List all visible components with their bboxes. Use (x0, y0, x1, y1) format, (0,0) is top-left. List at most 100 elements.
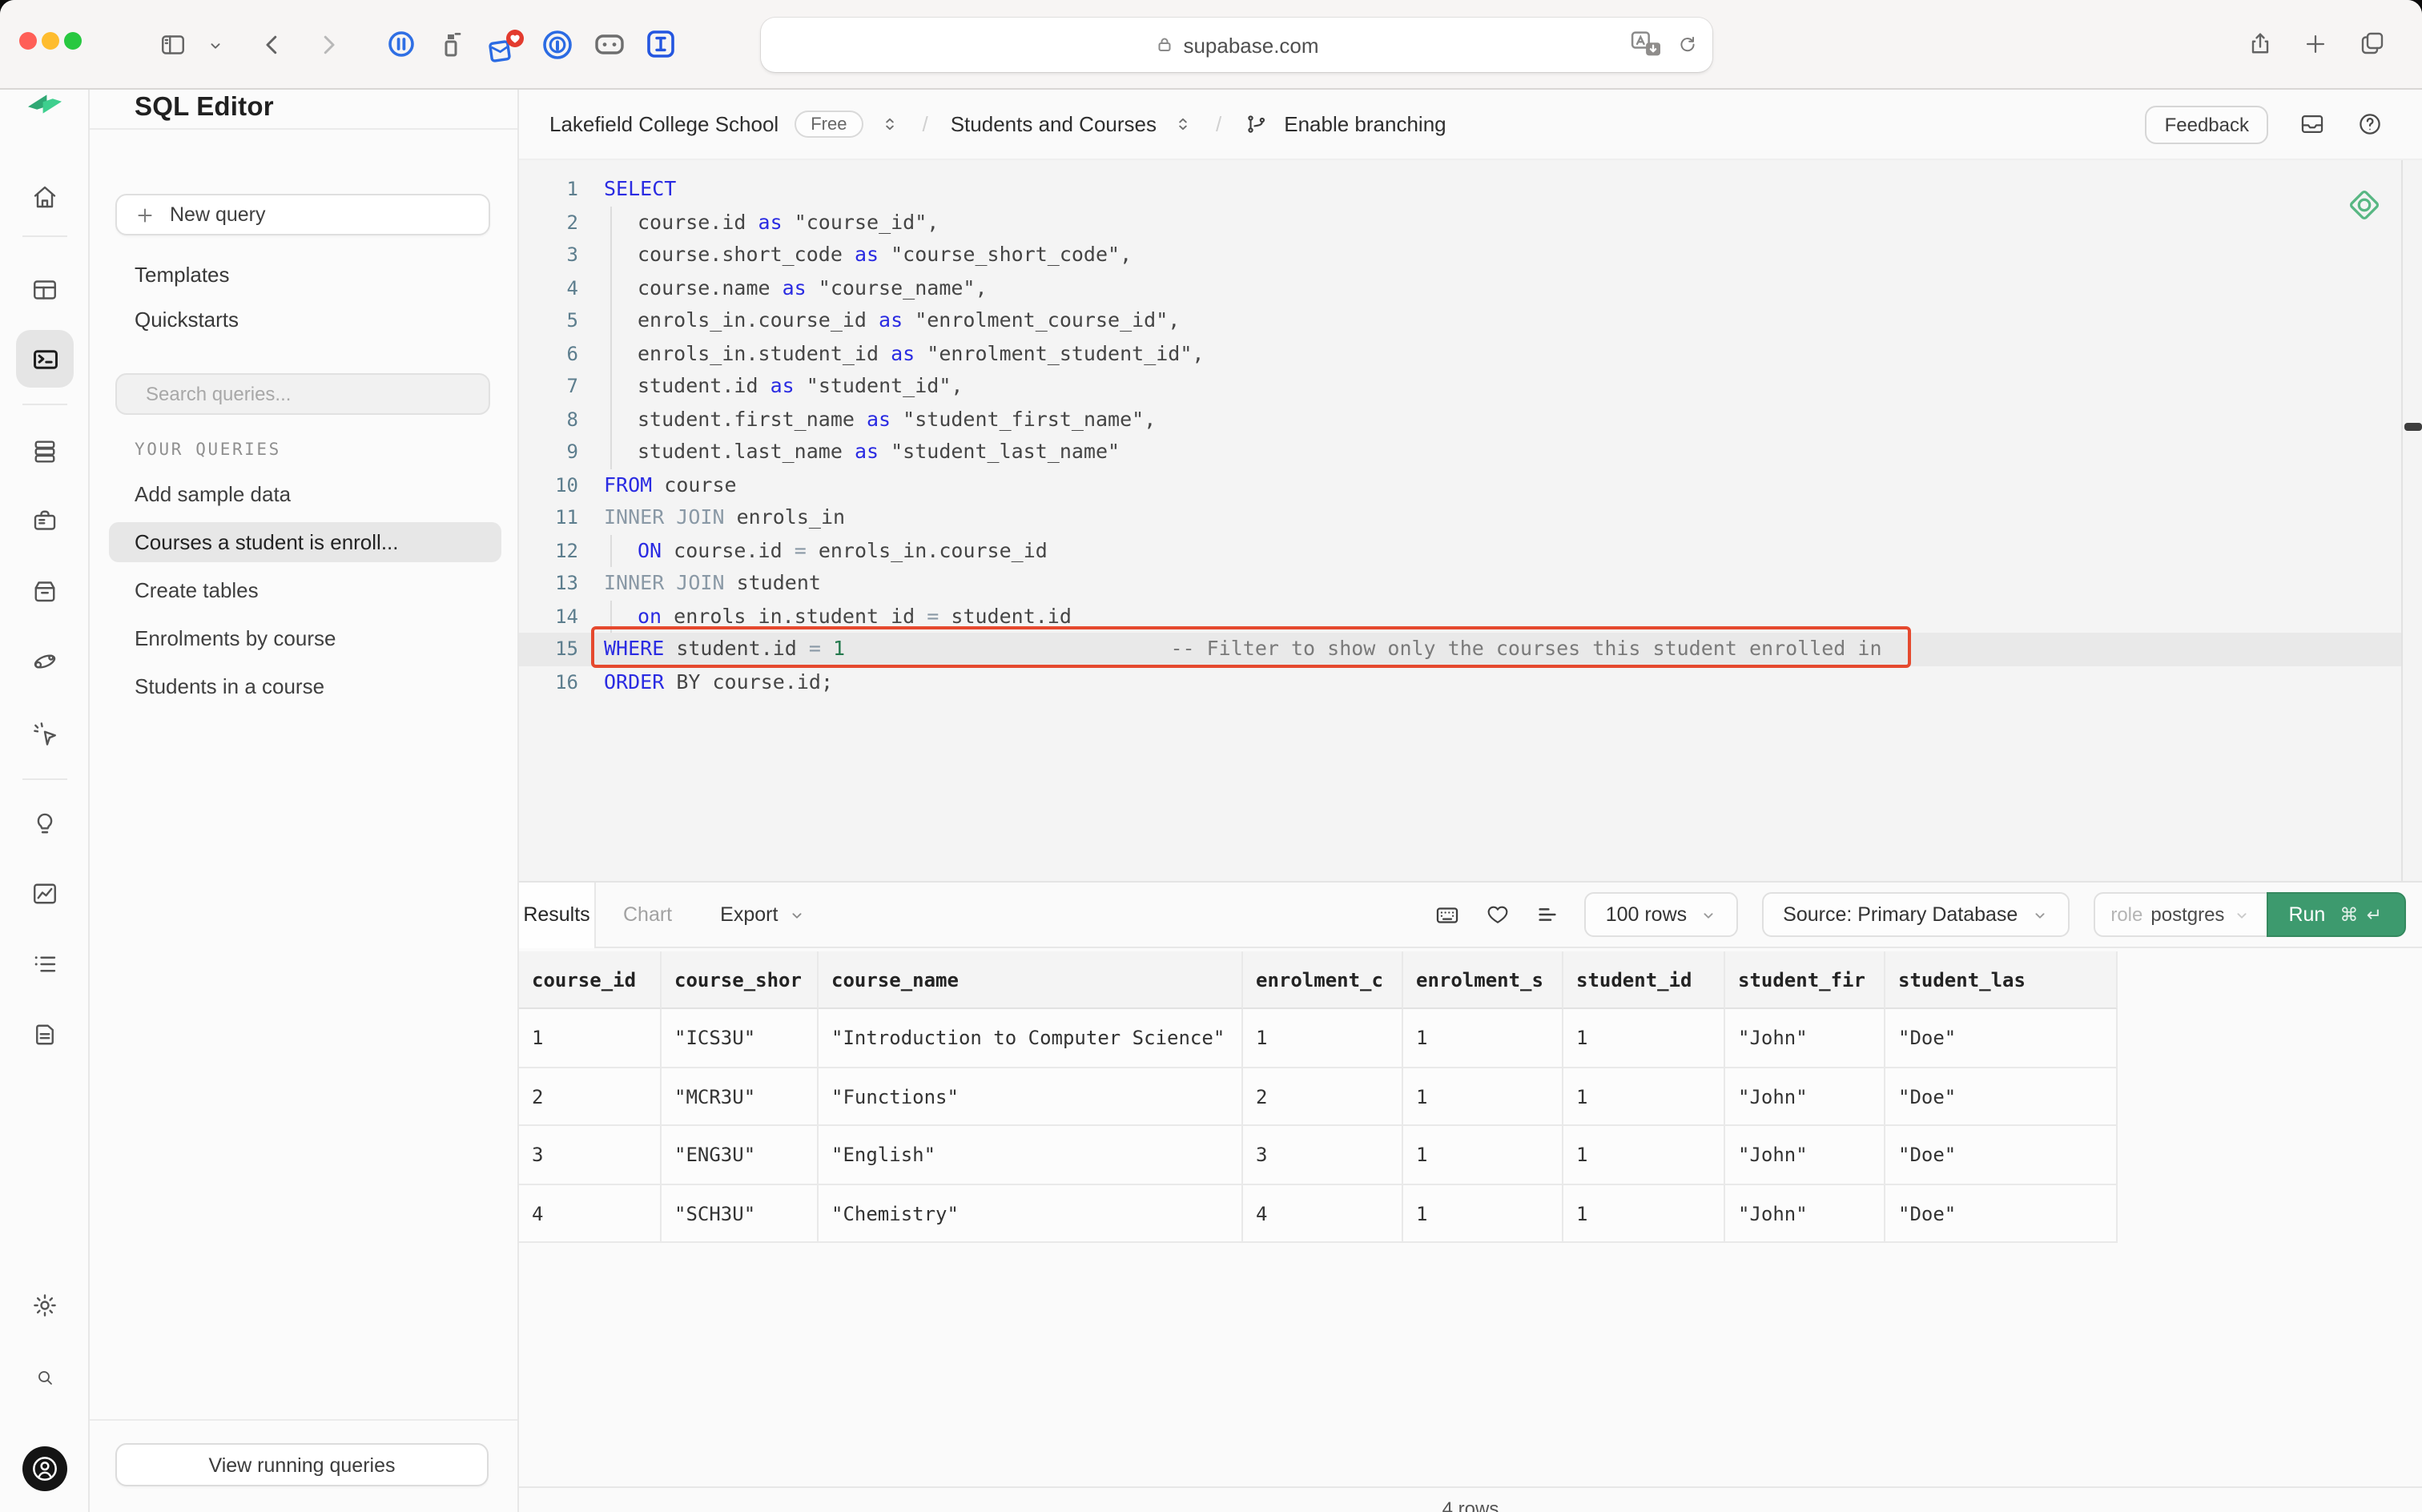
query-item-3[interactable]: Create tables (109, 569, 501, 609)
query-item-5[interactable]: Students in a course (109, 666, 501, 706)
table-cell[interactable]: "Doe" (1885, 1126, 2118, 1184)
table-cell[interactable]: "SCH3U" (662, 1184, 819, 1243)
onepassword-extension-icon[interactable] (541, 29, 573, 61)
tab-results[interactable]: Results (519, 882, 596, 947)
share-icon[interactable] (2246, 29, 2275, 58)
inbox-icon[interactable] (2299, 111, 2326, 138)
tab-chart[interactable]: Chart (623, 903, 672, 926)
help-icon[interactable] (2356, 111, 2384, 138)
format-lines-icon[interactable] (1535, 902, 1561, 927)
table-cell[interactable]: 4 (1243, 1184, 1403, 1243)
editor-scrollbar-thumb[interactable] (2404, 423, 2422, 431)
new-tab-icon[interactable] (2302, 30, 2329, 58)
sidebar-item-storage[interactable] (21, 567, 69, 615)
run-button[interactable]: Run ⌘ ↵ (2266, 892, 2406, 937)
table-cell[interactable]: 1 (519, 1009, 662, 1068)
table-cell[interactable]: "ENG3U" (662, 1126, 819, 1184)
table-cell[interactable]: "John" (1725, 1184, 1885, 1243)
view-running-queries-button[interactable]: View running queries (115, 1443, 489, 1486)
table-cell[interactable]: 2 (1243, 1068, 1403, 1126)
new-query-button[interactable]: New query (115, 194, 490, 235)
table-row[interactable]: 2"MCR3U""Functions"211"John""Doe" (519, 1068, 2118, 1126)
sidebar-item-quickstarts[interactable]: Quickstarts (135, 308, 239, 332)
sidebar-item-table-editor[interactable] (21, 266, 69, 314)
unfold-icon-2[interactable] (1173, 114, 1193, 135)
sidebar-item-realtime[interactable] (21, 710, 69, 758)
table-cell[interactable]: 1 (1563, 1126, 1725, 1184)
query-item-2[interactable]: Courses a student is enroll... (109, 521, 501, 561)
table-cell[interactable]: "Functions" (819, 1068, 1243, 1126)
sidebar-item-authentication[interactable] (21, 497, 69, 545)
project-name[interactable]: Lakefield College School (549, 112, 778, 136)
table-cell[interactable]: 1 (1563, 1068, 1725, 1126)
translate-icon[interactable] (1631, 30, 1663, 58)
table-cell[interactable]: "Chemistry" (819, 1184, 1243, 1243)
ai-assistant-icon[interactable] (2344, 184, 2385, 226)
sidebar-item-advisors[interactable] (21, 799, 69, 847)
table-cell[interactable]: 4 (519, 1184, 662, 1243)
table-cell[interactable]: 1 (1403, 1009, 1563, 1068)
table-cell[interactable]: 3 (519, 1126, 662, 1184)
settings-icon[interactable] (21, 1281, 69, 1329)
query-item-4[interactable]: Enrolments by course (109, 617, 501, 657)
table-cell[interactable]: "English" (819, 1126, 1243, 1184)
table-cell[interactable]: "John" (1725, 1126, 1885, 1184)
table-cell[interactable]: "Doe" (1885, 1068, 2118, 1126)
table-cell[interactable]: "Doe" (1885, 1184, 2118, 1243)
search-icon[interactable] (21, 1353, 69, 1401)
sidebar-item-edge-functions[interactable] (21, 637, 69, 686)
sidebar-item-home[interactable] (21, 173, 69, 221)
back-icon[interactable] (258, 30, 287, 59)
row-limit-select[interactable]: 100 rows (1585, 892, 1738, 937)
search-queries-input[interactable] (143, 381, 474, 407)
keyboard-shortcuts-icon[interactable] (1434, 901, 1462, 928)
supabase-logo-icon[interactable] (24, 93, 66, 115)
sidebar-item-api-docs[interactable] (21, 1011, 69, 1059)
close-window-button[interactable] (19, 32, 37, 50)
table-row[interactable]: 4"SCH3U""Chemistry"411"John""Doe" (519, 1184, 2118, 1243)
export-button[interactable]: Export (720, 903, 805, 926)
table-cell[interactable]: 3 (1243, 1126, 1403, 1184)
table-cell[interactable]: "MCR3U" (662, 1068, 819, 1126)
table-row[interactable]: 3"ENG3U""English"311"John""Doe" (519, 1126, 2118, 1184)
chevron-down-icon[interactable] (207, 37, 224, 54)
source-select[interactable]: Source: Primary Database (1762, 892, 2069, 937)
table-cell[interactable]: "John" (1725, 1068, 1885, 1126)
bottle-extension-icon[interactable] (436, 29, 466, 59)
reload-icon[interactable] (1677, 34, 1698, 54)
letter-i-extension-icon[interactable] (646, 29, 676, 59)
table-cell[interactable]: "Doe" (1885, 1009, 2118, 1068)
robot-extension-icon[interactable] (593, 29, 626, 58)
sidebar-item-sql-editor[interactable] (16, 330, 74, 388)
address-bar[interactable]: supabase.com (761, 18, 1712, 72)
sidebar-item-templates[interactable]: Templates (135, 263, 230, 287)
enable-branching-button[interactable]: Enable branching (1284, 112, 1446, 136)
table-cell[interactable]: "Introduction to Computer Science" (819, 1009, 1243, 1068)
tab-overview-icon[interactable] (2358, 29, 2387, 58)
forward-icon[interactable] (314, 30, 343, 59)
table-cell[interactable]: 1 (1243, 1009, 1403, 1068)
table-cell[interactable]: 1 (1403, 1126, 1563, 1184)
sidebar-item-logs[interactable] (21, 940, 69, 988)
table-cell[interactable]: 2 (519, 1068, 662, 1126)
query-item-1[interactable]: Add sample data (109, 473, 501, 513)
sidebar-item-reports[interactable] (21, 870, 69, 918)
package-heart-extension-icon[interactable] (485, 29, 527, 67)
table-cell[interactable]: 1 (1403, 1184, 1563, 1243)
table-cell[interactable]: 1 (1563, 1009, 1725, 1068)
table-cell[interactable]: 1 (1563, 1184, 1725, 1243)
role-select[interactable]: role postgres (2093, 892, 2266, 937)
sidebar-toggle-icon[interactable] (159, 30, 187, 59)
table-cell[interactable]: 1 (1403, 1068, 1563, 1126)
sql-code-editor[interactable]: 12345678910111213141516 SELECTcourse.id … (519, 160, 2422, 881)
clock-extension-icon[interactable] (386, 29, 416, 59)
table-row[interactable]: 1"ICS3U""Introduction to Computer Scienc… (519, 1009, 2118, 1068)
table-cell[interactable]: "ICS3U" (662, 1009, 819, 1068)
sidebar-item-database[interactable] (21, 428, 69, 476)
minimize-window-button[interactable] (42, 32, 59, 50)
feedback-button[interactable]: Feedback (2146, 105, 2268, 143)
table-cell[interactable]: "John" (1725, 1009, 1885, 1068)
snippet-name[interactable]: Students and Courses (951, 112, 1157, 136)
unfold-icon[interactable] (879, 114, 899, 135)
zoom-window-button[interactable] (64, 32, 82, 50)
